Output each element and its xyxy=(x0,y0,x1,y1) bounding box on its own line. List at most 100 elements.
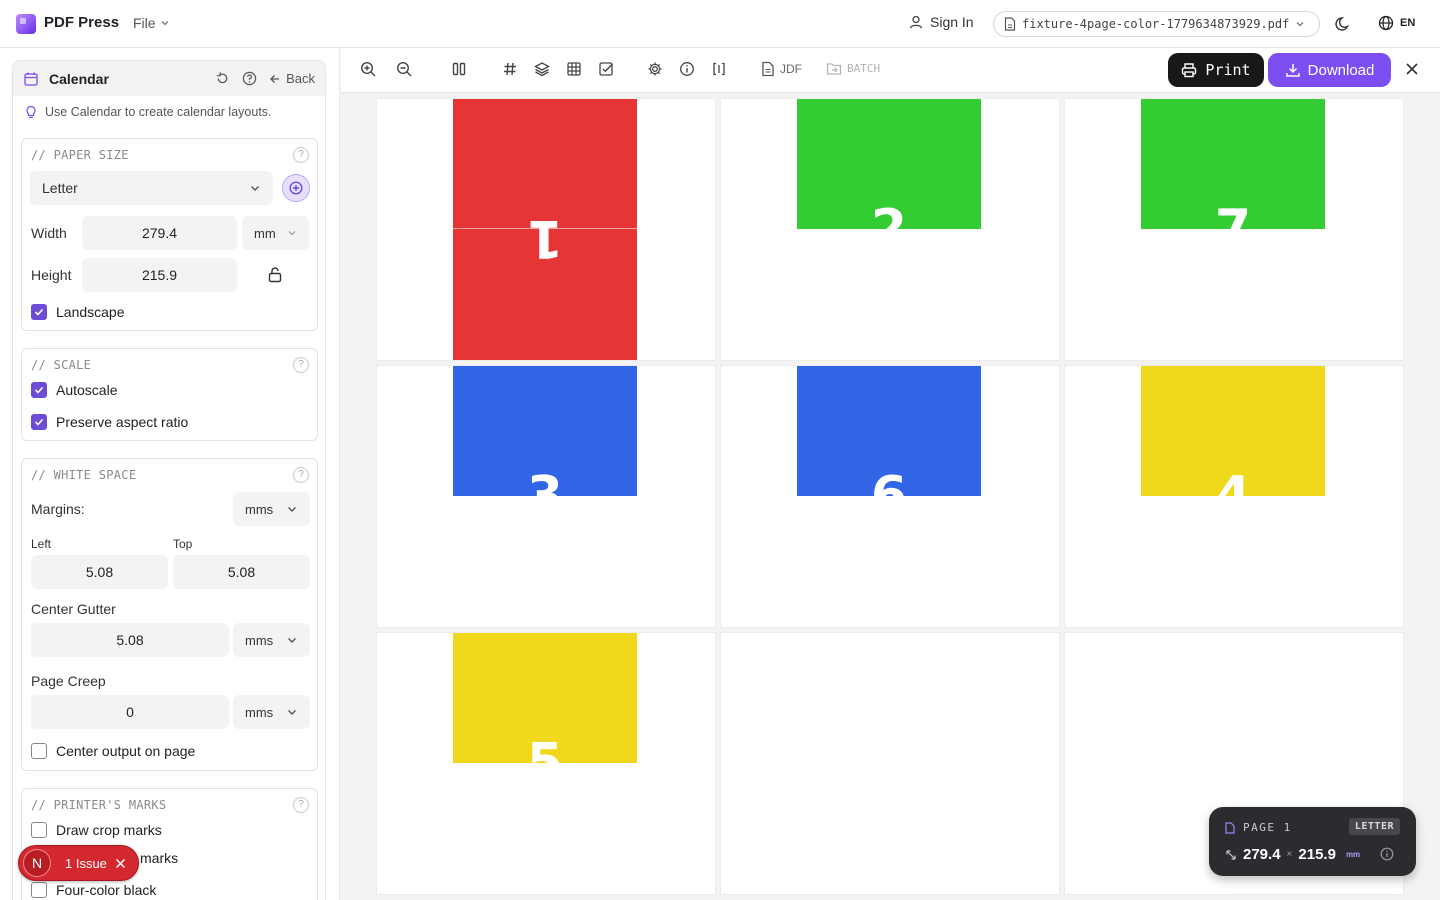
help-icon[interactable] xyxy=(242,71,257,86)
spread-button[interactable] xyxy=(711,61,727,77)
grid-icon xyxy=(567,62,581,76)
left-margin-label: Left xyxy=(31,537,52,551)
preserve-aspect-checkbox[interactable]: Preserve aspect ratio xyxy=(31,414,188,430)
page-tile: 1 xyxy=(453,99,637,360)
moon-icon[interactable] xyxy=(1335,15,1353,33)
hint-text: Use Calendar to create calendar layouts. xyxy=(45,105,272,119)
panel-header: Calendar Back xyxy=(12,60,326,96)
zoom-out-button[interactable] xyxy=(396,61,413,78)
page-number: 7 xyxy=(1214,199,1252,229)
language-label: EN xyxy=(1400,17,1416,29)
document-icon xyxy=(1225,821,1235,834)
margins-unit-select[interactable]: mms xyxy=(233,492,310,526)
chevron-down-icon xyxy=(1296,22,1304,27)
four-color-black-label: Four-color black xyxy=(56,882,157,898)
height-input[interactable]: 215.9 xyxy=(82,258,237,292)
creep-unit-value: mms xyxy=(245,704,274,720)
layers-button[interactable] xyxy=(534,61,550,77)
unit-select[interactable]: mm xyxy=(242,216,309,250)
margins-unit-value: mms xyxy=(245,501,274,517)
jdf-button[interactable]: JDF xyxy=(761,61,802,77)
chevron-down-icon xyxy=(288,507,296,512)
creep-unit-select[interactable]: mms xyxy=(233,695,310,729)
unit-value: mm xyxy=(254,225,276,241)
landscape-checkbox[interactable]: Landscape xyxy=(31,304,125,320)
paper-size-badge: LETTER xyxy=(1348,818,1400,835)
settings-button[interactable] xyxy=(647,61,663,77)
crop-marks-checkbox[interactable]: Draw crop marks xyxy=(31,822,162,838)
center-output-checkbox[interactable]: Center output on page xyxy=(31,743,195,759)
page-tile: 4 xyxy=(1141,366,1325,496)
sheet-5: 6 xyxy=(721,366,1059,627)
crop-marks-label: Draw crop marks xyxy=(56,822,162,838)
download-button[interactable]: Download xyxy=(1268,53,1391,87)
close-icon[interactable] xyxy=(1405,62,1419,76)
chevron-down-icon xyxy=(288,710,296,715)
help-icon[interactable]: ? xyxy=(293,357,309,373)
chevron-down-icon xyxy=(161,21,169,26)
checklist-button[interactable] xyxy=(598,61,614,77)
page-numbers-button[interactable] xyxy=(502,61,518,77)
gutter-unit-select[interactable]: mms xyxy=(233,623,310,657)
calendar-icon xyxy=(24,72,38,86)
width-input[interactable]: 279.4 xyxy=(82,216,237,250)
help-icon[interactable]: ? xyxy=(293,797,309,813)
file-menu[interactable]: File xyxy=(133,15,170,31)
printer-icon xyxy=(1182,63,1197,78)
white-space-section: // WHITE SPACE ? Margins: mms Left Top 5… xyxy=(21,458,318,771)
grid-button[interactable] xyxy=(566,61,582,77)
page-label-row: PAGE 1 xyxy=(1225,821,1292,834)
checkbox-checked-icon xyxy=(31,414,47,430)
help-icon[interactable]: ? xyxy=(293,467,309,483)
plus-circle-icon xyxy=(289,181,303,195)
unlock-icon[interactable] xyxy=(267,266,283,283)
panel-hint: Use Calendar to create calendar layouts. xyxy=(25,105,272,119)
zoom-in-icon xyxy=(360,61,376,77)
center-gutter-label: Center Gutter xyxy=(31,601,116,617)
reset-icon[interactable] xyxy=(215,71,230,86)
sheet-2: 2 xyxy=(721,99,1059,360)
sheet-7: 5 xyxy=(377,633,715,894)
hash-icon xyxy=(504,62,516,76)
layers-icon xyxy=(534,62,550,77)
autoscale-label: Autoscale xyxy=(56,382,118,398)
file-selector[interactable]: fixture-4page-color-1779634873929.pdf xyxy=(993,11,1320,37)
layout-preview: 1 2 7 3 6 4 5 xyxy=(341,93,1440,900)
language-switcher[interactable]: EN xyxy=(1378,15,1415,31)
back-button[interactable]: Back xyxy=(269,71,315,86)
checkbox-unchecked-icon xyxy=(31,743,47,759)
page-unit: mm xyxy=(1345,850,1361,859)
page-height: 215.9 xyxy=(1298,846,1336,863)
close-icon[interactable] xyxy=(115,858,126,869)
paper-preset-select[interactable]: Letter xyxy=(30,171,273,205)
sign-in-button[interactable]: Sign In xyxy=(908,14,974,30)
help-icon[interactable]: ? xyxy=(293,147,309,163)
print-button[interactable]: Print xyxy=(1168,53,1264,87)
chevron-down-icon xyxy=(288,638,296,643)
autoscale-checkbox[interactable]: Autoscale xyxy=(31,382,117,398)
paper-preset-value: Letter xyxy=(42,180,78,196)
info-button[interactable] xyxy=(679,61,695,77)
info-icon[interactable] xyxy=(1380,847,1394,861)
file-icon xyxy=(1004,17,1016,31)
times-symbol: × xyxy=(1286,849,1293,860)
columns-button[interactable] xyxy=(451,61,467,77)
top-margin-input[interactable]: 5.08 xyxy=(173,555,310,589)
center-gutter-input[interactable]: 5.08 xyxy=(31,623,229,657)
registration-marks-label: marks xyxy=(140,850,179,866)
issues-badge[interactable]: N 1 Issue xyxy=(18,845,139,881)
scale-heading: // SCALE xyxy=(31,358,92,372)
gutter-unit-value: mms xyxy=(245,632,274,648)
scale-section: // SCALE ? Autoscale Preserve aspect rat… xyxy=(21,348,318,441)
zoom-in-button[interactable] xyxy=(360,61,377,78)
sheet-4: 3 xyxy=(377,366,715,627)
left-margin-input[interactable]: 5.08 xyxy=(31,555,168,589)
add-paper-size-button[interactable] xyxy=(282,174,310,202)
page-tile: 2 xyxy=(797,99,981,229)
page-creep-input[interactable]: 0 xyxy=(31,695,229,729)
batch-button[interactable]: BATCH xyxy=(826,61,880,76)
app-logo xyxy=(16,14,36,34)
print-label: Print xyxy=(1205,61,1251,79)
four-color-black-checkbox[interactable]: Four-color black xyxy=(31,882,156,898)
checkbox-unchecked-icon xyxy=(31,822,47,838)
